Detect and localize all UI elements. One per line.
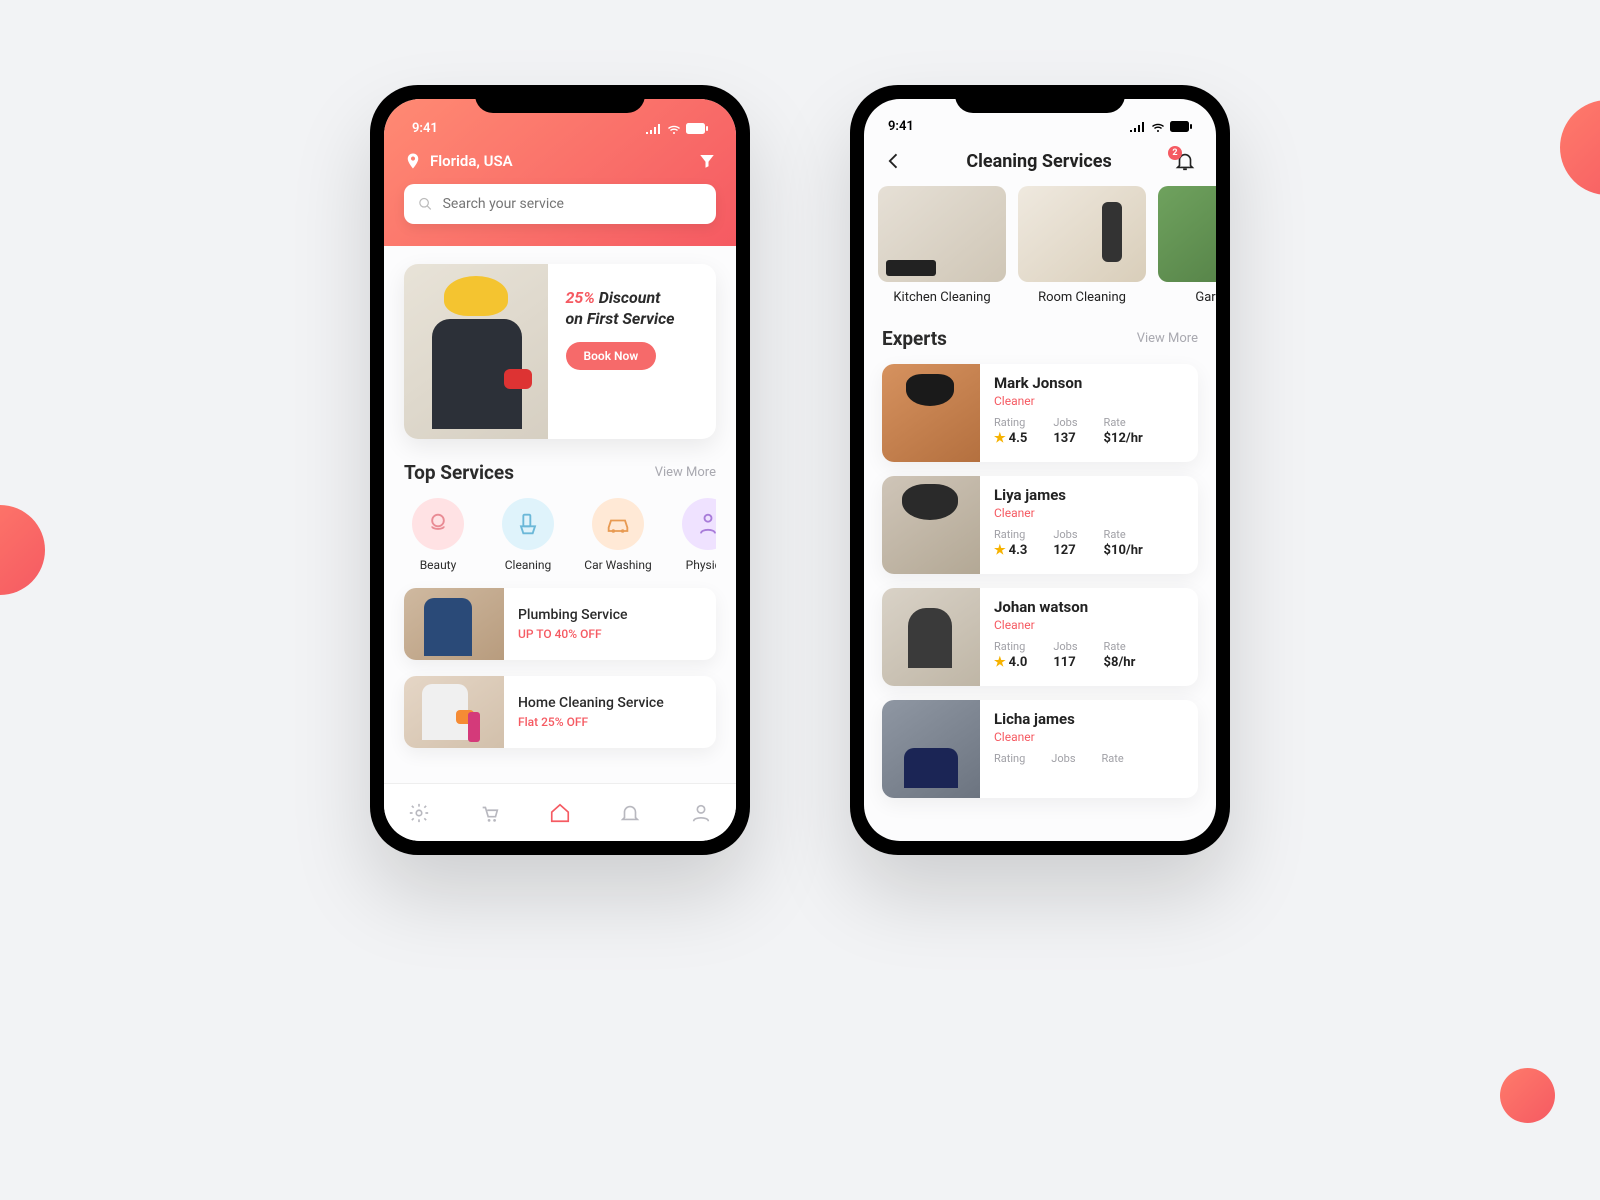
service-item-cleaning[interactable]: Cleaning (494, 498, 562, 572)
view-more-link[interactable]: View More (1137, 331, 1198, 346)
search-box[interactable] (404, 184, 716, 224)
expert-avatar (882, 476, 980, 574)
expert-card[interactable]: Liya james Cleaner Rating★4.3 Jobs127 Ra… (882, 476, 1198, 574)
promo-line1: 25% Discount (566, 288, 698, 307)
book-now-button[interactable]: Book Now (566, 342, 657, 370)
category-row: Kitchen Cleaning Room Cleaning Garden C (864, 186, 1216, 305)
star-icon: ★ (994, 655, 1006, 670)
beauty-icon (412, 498, 464, 550)
page-title: Cleaning Services (904, 151, 1174, 172)
status-time: 9:41 (888, 119, 914, 134)
offer-card-homeclean[interactable]: Home Cleaning Service Flat 25% OFF (404, 676, 716, 748)
category-image (1158, 186, 1216, 282)
notch (475, 85, 645, 113)
status-icons (646, 123, 708, 134)
phone-cleaning-services: 9:41 Cleaning Services 2 Kitchen C (850, 85, 1230, 855)
notch (955, 85, 1125, 113)
search-input[interactable] (443, 196, 702, 212)
car-icon (592, 498, 644, 550)
star-icon: ★ (994, 543, 1006, 558)
wifi-icon (1151, 122, 1165, 132)
notifications-button[interactable]: 2 (1174, 150, 1196, 172)
expert-card[interactable]: Mark Jonson Cleaner Rating★4.5 Jobs137 R… (882, 364, 1198, 462)
promo-card[interactable]: 25% Discount on First Service Book Now (404, 264, 716, 439)
location-text: Florida, USA (430, 152, 513, 170)
header: 9:41 Florida, USA (384, 99, 736, 246)
experts-title: Experts (882, 327, 947, 350)
wifi-icon (667, 124, 681, 134)
tab-bar (384, 783, 736, 841)
offer-image (404, 676, 504, 748)
tab-settings[interactable] (408, 802, 430, 824)
cleaning-icon (502, 498, 554, 550)
expert-avatar (882, 364, 980, 462)
service-item-physical[interactable]: Physical (674, 498, 716, 572)
star-icon: ★ (994, 431, 1006, 446)
promo-image (404, 264, 548, 439)
notification-badge: 2 (1168, 146, 1182, 160)
service-item-carwash[interactable]: Car Washing (584, 498, 652, 572)
offer-card-plumbing[interactable]: Plumbing Service UP TO 40% OFF (404, 588, 716, 660)
expert-avatar (882, 700, 980, 798)
battery-icon (1170, 121, 1192, 132)
battery-icon (686, 123, 708, 134)
bg-decor (1500, 1068, 1555, 1123)
physical-icon (682, 498, 716, 550)
category-kitchen[interactable]: Kitchen Cleaning (878, 186, 1006, 305)
status-time: 9:41 (412, 121, 438, 136)
category-image (1018, 186, 1146, 282)
search-icon (418, 196, 433, 212)
service-item-beauty[interactable]: Beauty (404, 498, 472, 572)
status-icons (1130, 121, 1192, 132)
location-selector[interactable]: Florida, USA (404, 152, 513, 170)
category-garden[interactable]: Garden C (1158, 186, 1216, 305)
status-bar: 9:41 (404, 115, 716, 146)
expert-card[interactable]: Licha james Cleaner Rating Jobs Rate (882, 700, 1198, 798)
expert-avatar (882, 588, 980, 686)
tab-home[interactable] (549, 802, 571, 824)
back-icon[interactable] (884, 151, 904, 171)
signal-icon (646, 124, 662, 134)
view-more-link[interactable]: View More (655, 465, 716, 480)
location-pin-icon (404, 152, 422, 170)
signal-icon (1130, 122, 1146, 132)
expert-card[interactable]: Johan watson Cleaner Rating★4.0 Jobs117 … (882, 588, 1198, 686)
phone-home: 9:41 Florida, USA (370, 85, 750, 855)
tab-cart[interactable] (479, 802, 501, 824)
promo-line2: on First Service (566, 309, 698, 328)
tab-profile[interactable] (690, 802, 712, 824)
offer-image (404, 588, 504, 660)
category-room[interactable]: Room Cleaning (1018, 186, 1146, 305)
filter-icon[interactable] (698, 152, 716, 170)
top-services-title: Top Services (404, 461, 514, 484)
tab-notifications[interactable] (619, 802, 641, 824)
services-row: Beauty Cleaning Car Washing Physical (404, 498, 716, 572)
category-image (878, 186, 1006, 282)
